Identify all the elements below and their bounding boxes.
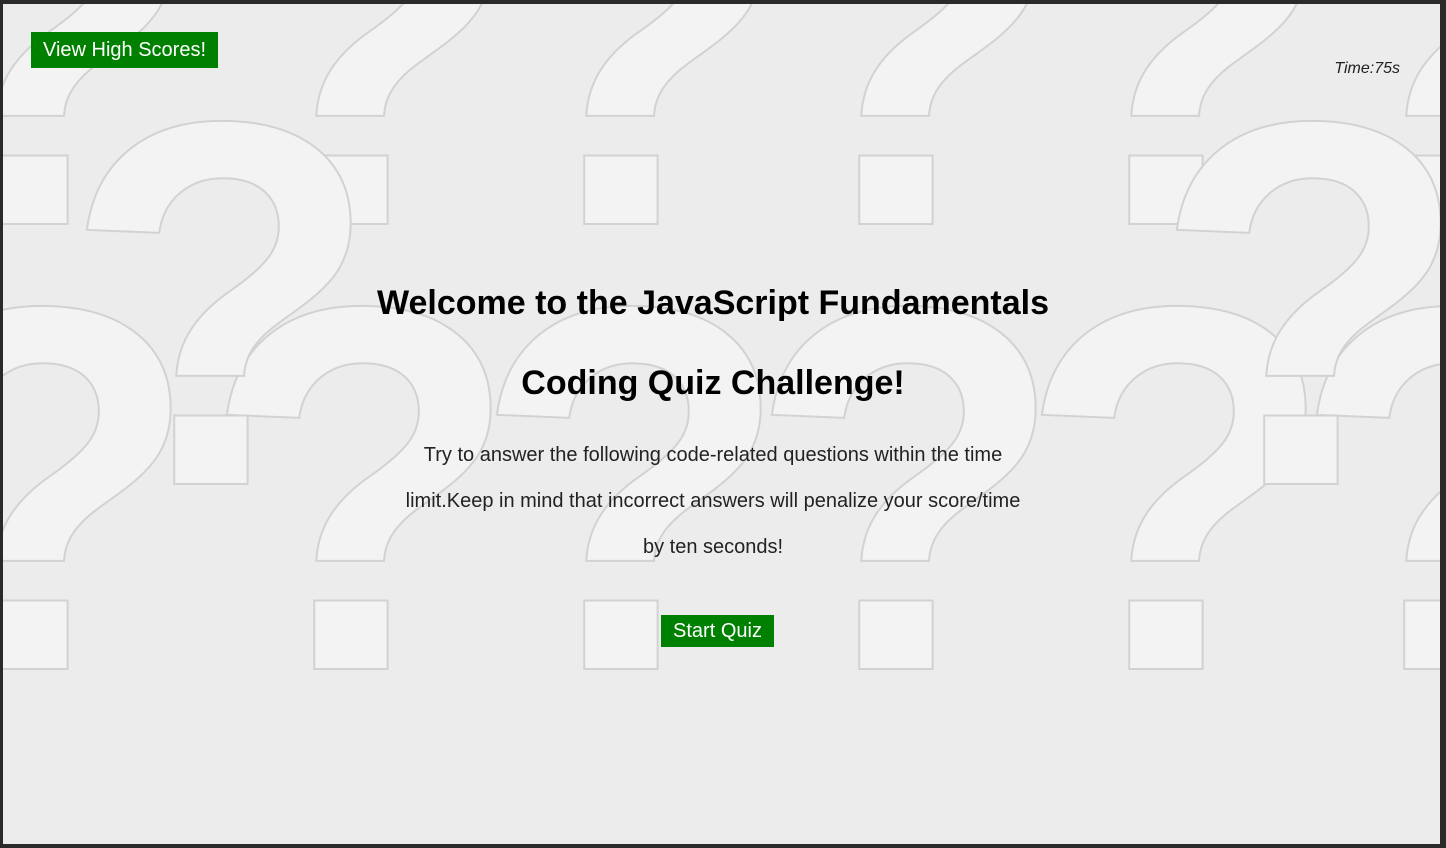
question-mark-background-icon: ? ? ? ? ? ? ? ? ? ? ? ? ? ? bbox=[3, 4, 1440, 781]
quiz-instructions: Try to answer the following code-related… bbox=[405, 444, 1021, 558]
quiz-page: ? ? ? ? ? ? ? ? ? ? ? ? ? ? View High Sc… bbox=[3, 4, 1440, 844]
start-quiz-button[interactable]: Start Quiz bbox=[661, 615, 774, 647]
page-title-line-1: Welcome to the JavaScript Fundamentals bbox=[377, 284, 1049, 322]
page-title-line-2: Coding Quiz Challenge! bbox=[521, 364, 905, 402]
view-high-scores-button[interactable]: View High Scores! bbox=[31, 32, 218, 68]
timer-display: Time:75s bbox=[1334, 60, 1400, 77]
